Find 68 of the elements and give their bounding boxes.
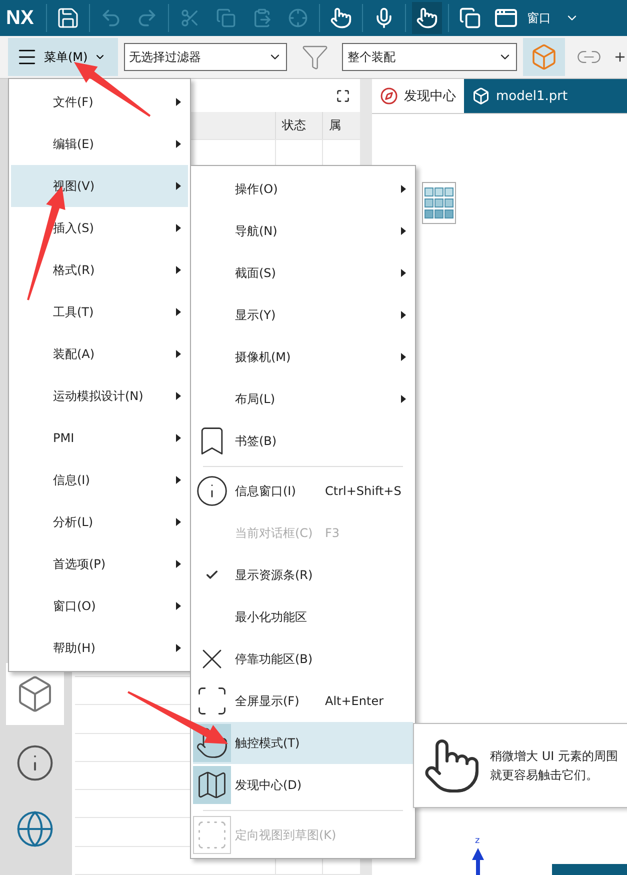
menu-item[interactable]: 首选项(P) bbox=[11, 543, 188, 585]
column-header[interactable]: 状态 bbox=[275, 112, 322, 140]
submenu-arrow-icon bbox=[176, 350, 180, 358]
submenu-arrow-icon bbox=[400, 227, 406, 235]
submenu-item[interactable]: 全屏显示(F) Alt+Enter bbox=[193, 680, 413, 722]
scope-dropdown[interactable]: 整个装配 bbox=[342, 43, 518, 71]
submenu-arrow-icon bbox=[176, 308, 180, 316]
document-tab[interactable]: model1.prt bbox=[464, 79, 627, 113]
submenu-item[interactable]: 摄像机(M) bbox=[193, 336, 413, 378]
submenu-arrow-icon bbox=[176, 602, 180, 610]
submenu-item[interactable]: 信息窗口(I) Ctrl+Shift+S bbox=[193, 470, 413, 512]
column-header[interactable]: 属 bbox=[322, 112, 345, 140]
submenu-arrow-icon bbox=[176, 518, 180, 526]
menu-item[interactable]: 工具(T) bbox=[11, 291, 188, 333]
menu-item[interactable]: 分析(L) bbox=[11, 501, 188, 543]
map-icon bbox=[193, 766, 231, 804]
menu-item[interactable]: 编辑(E) bbox=[11, 123, 188, 165]
submenu-item[interactable]: 发现中心(D) bbox=[193, 764, 413, 806]
filter-dropdown[interactable]: 无选择过滤器 bbox=[124, 43, 287, 71]
menu-item[interactable]: 装配(A) bbox=[11, 333, 188, 375]
submenu-item[interactable]: 导航(N) bbox=[193, 210, 413, 252]
submenu-arrow-icon bbox=[176, 266, 180, 274]
pointing-hand-icon[interactable] bbox=[412, 2, 442, 34]
submenu-arrow-icon bbox=[176, 140, 180, 148]
submenu-arrow-icon bbox=[400, 269, 406, 277]
app-logo: NX bbox=[6, 6, 34, 30]
submenu-arrow-icon bbox=[176, 224, 180, 232]
part-icon bbox=[472, 87, 490, 105]
submenu-item[interactable]: 书签(B) bbox=[193, 420, 413, 462]
submenu-item[interactable]: 显示(Y) bbox=[193, 294, 413, 336]
submenu-arrow-icon bbox=[400, 311, 406, 319]
shortcut-label: Ctrl+Shift+S bbox=[325, 484, 402, 498]
submenu-item[interactable]: 显示资源条(R) bbox=[193, 554, 413, 596]
tooltip-text: 稍微增大 UI 元素的周围 bbox=[490, 748, 618, 764]
menu-item[interactable]: 文件(F) bbox=[11, 81, 188, 123]
menu-item[interactable]: 窗口(O) bbox=[11, 585, 188, 627]
menu-item[interactable]: 插入(S) bbox=[11, 207, 188, 249]
menu-item[interactable]: 格式(R) bbox=[11, 249, 188, 291]
compass-icon bbox=[380, 87, 398, 105]
check-icon bbox=[205, 568, 219, 582]
submenu-item[interactable]: 停靠功能区(B) bbox=[193, 638, 413, 680]
submenu-arrow-icon bbox=[400, 185, 406, 193]
menu-item[interactable]: PMI bbox=[11, 417, 188, 459]
submenu-arrow-icon bbox=[176, 560, 180, 568]
menu-item[interactable]: 信息(I) bbox=[11, 459, 188, 501]
submenu-item[interactable]: 操作(O) bbox=[193, 168, 413, 210]
menu-item[interactable]: 帮助(H) bbox=[11, 627, 188, 669]
sketch-view-icon bbox=[193, 816, 231, 854]
menu-item[interactable]: 运动模拟设计(N) bbox=[11, 375, 188, 417]
menu-button[interactable]: 菜单(M) bbox=[8, 38, 118, 76]
view-grid-icon[interactable] bbox=[422, 182, 456, 224]
submenu-item[interactable]: 布局(L) bbox=[193, 378, 413, 420]
submenu-item[interactable]: 最小化功能区 bbox=[193, 596, 413, 638]
tooltip-text: 就更容易触击它们。 bbox=[490, 766, 599, 784]
submenu-arrow-icon bbox=[176, 644, 180, 652]
submenu-arrow-icon bbox=[176, 182, 180, 190]
submenu-arrow-icon bbox=[176, 434, 180, 442]
shortcut-label: Alt+Enter bbox=[325, 694, 385, 708]
window-menu[interactable]: 窗口 bbox=[526, 10, 551, 26]
submenu-item[interactable]: 触控模式(T) bbox=[193, 722, 413, 764]
submenu-arrow-icon bbox=[400, 395, 406, 403]
submenu-arrow-icon bbox=[176, 392, 180, 400]
maximize-icon[interactable] bbox=[336, 88, 350, 103]
submenu-arrow-icon bbox=[176, 98, 180, 106]
submenu-arrow-icon bbox=[400, 353, 406, 361]
submenu-item[interactable]: 截面(S) bbox=[193, 252, 413, 294]
shortcut-label: F3 bbox=[325, 526, 341, 540]
submenu-arrow-icon bbox=[176, 476, 180, 484]
